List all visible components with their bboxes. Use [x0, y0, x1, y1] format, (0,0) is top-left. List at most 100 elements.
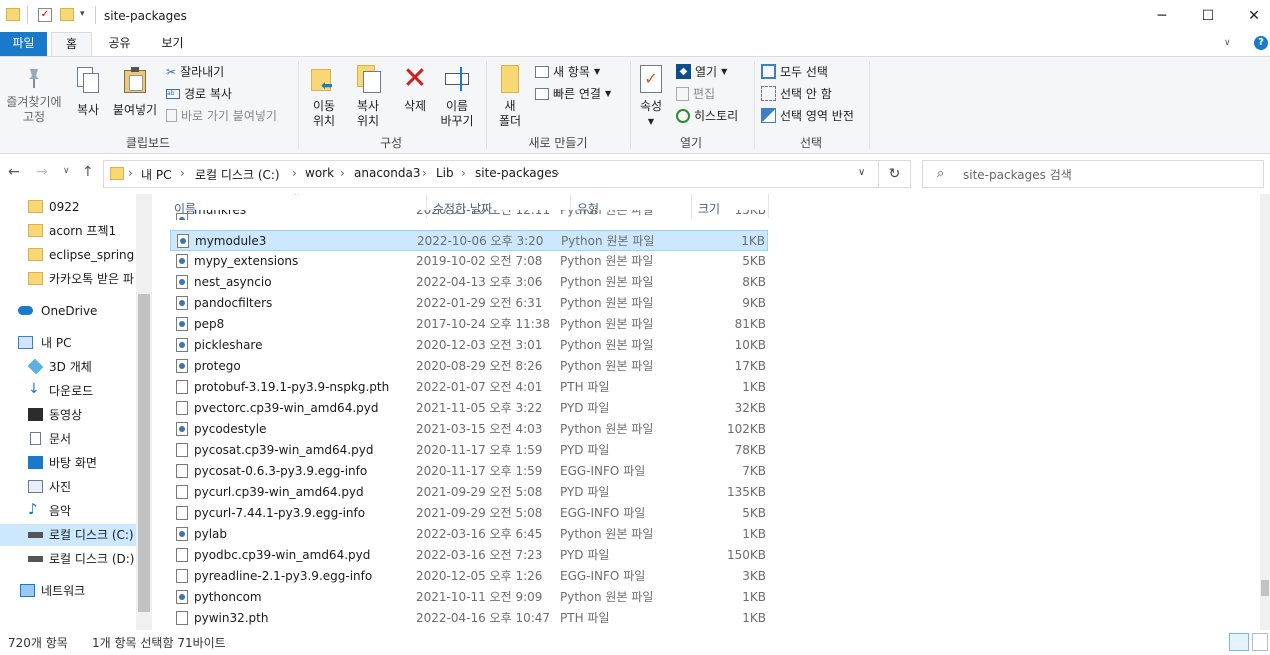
breadcrumb-item[interactable]: site-packages: [475, 166, 558, 180]
history-button[interactable]: 히스토리: [676, 107, 738, 124]
nav-item-desktop[interactable]: 바탕 화면: [28, 452, 136, 474]
tab-share[interactable]: 공유: [97, 32, 142, 56]
file-name: pycurl.cp39-win_amd64.pyd: [194, 485, 364, 499]
file-row[interactable]: pylab 2022-03-16 오후 6:45 Python 원본 파일 1KB: [170, 524, 768, 545]
breadcrumb-separator-icon[interactable]: ›: [292, 166, 297, 180]
delete-button[interactable]: ✕ 삭제: [396, 64, 434, 114]
nav-scrollbar-thumb[interactable]: [138, 294, 150, 612]
file-row[interactable]: pvectorc.cp39-win_amd64.pyd 2021-11-05 오후…: [170, 398, 768, 419]
select-all-button[interactable]: 모두 선택: [761, 63, 828, 80]
minimize-button[interactable]: ─: [1139, 0, 1185, 32]
invert-selection-button[interactable]: 선택 영역 반전: [761, 107, 854, 124]
breadcrumb-separator-icon[interactable]: ›: [555, 166, 560, 180]
file-row[interactable]: munkres 2020-03-10 오전 12:11 Python 원본 파일 15…: [170, 210, 768, 220]
breadcrumb-item[interactable]: 내 PC: [141, 166, 171, 183]
close-button[interactable]: ✕: [1231, 0, 1270, 32]
paste-shortcut-button[interactable]: 바로 가기 붙여넣기: [166, 107, 277, 124]
nav-item-downloads[interactable]: ↓ 다운로드: [28, 380, 136, 402]
file-row[interactable]: nest_asyncio 2022-04-13 오후 3:06 Python 원본 …: [170, 272, 768, 293]
copy-button[interactable]: 복사: [70, 67, 106, 118]
breadcrumb-item[interactable]: work: [305, 166, 334, 180]
file-row[interactable]: pycurl-7.44.1-py3.9.egg-info 2021-09-29 오…: [170, 503, 768, 524]
new-folder-quick-icon[interactable]: [60, 8, 74, 21]
nav-item-acorn[interactable]: acorn 프젝1: [28, 220, 136, 242]
nav-item-eclipse-spring[interactable]: eclipse_spring: [28, 244, 136, 266]
file-row[interactable]: pickleshare 2020-12-03 오전 3:01 Python 원본 파…: [170, 335, 768, 356]
nav-item-onedrive[interactable]: OneDrive: [18, 300, 136, 322]
file-row[interactable]: pycosat.cp39-win_amd64.pyd 2020-11-17 오후 …: [170, 440, 768, 461]
breadcrumb-item[interactable]: 로컬 디스크 (C:): [195, 166, 280, 183]
open-button[interactable]: ◆ 열기 ▼: [676, 63, 727, 80]
nav-item-3d-objects[interactable]: 3D 개체: [28, 356, 136, 378]
move-to-button[interactable]: ⬅ 이동 위치: [302, 65, 346, 129]
nav-item-this-pc[interactable]: 내 PC: [18, 332, 136, 354]
breadcrumb-separator-icon[interactable]: ›: [422, 166, 427, 180]
breadcrumb-separator-icon[interactable]: ›: [461, 166, 466, 180]
nav-item-local-disk-d[interactable]: 로컬 디스크 (D:): [28, 548, 136, 570]
address-history-chevron-icon[interactable]: ∨: [858, 167, 865, 178]
file-row[interactable]: protego 2020-08-29 오전 8:26 Python 원본 파일 17K…: [170, 356, 768, 377]
paste-button[interactable]: 붙여넣기: [108, 67, 162, 118]
properties-button[interactable]: ✓ 속성 ▼: [634, 65, 668, 129]
back-arrow-icon[interactable]: ←: [8, 164, 20, 180]
file-row[interactable]: mymodule3 2022-10-06 오후 3:20 Python 원본 파일 1…: [170, 230, 768, 251]
cut-button[interactable]: ✂ 잘라내기: [166, 63, 224, 80]
file-list-scrollbar-thumb[interactable]: [1261, 580, 1269, 596]
copy-path-button[interactable]: ab 경로 복사: [166, 85, 232, 102]
nav-item-pictures[interactable]: 사진: [28, 476, 136, 498]
properties-quick-icon[interactable]: ✓: [38, 8, 52, 22]
file-row[interactable]: pycosat-0.6.3-py3.9.egg-info 2020-11-17 오…: [170, 461, 768, 482]
refresh-button[interactable]: ↻: [879, 160, 911, 188]
customize-quick-access-icon[interactable]: ▾: [80, 9, 85, 19]
file-row[interactable]: pythoncom 2021-10-11 오전 9:09 Python 원본 파일 1…: [170, 587, 768, 608]
breadcrumb-item[interactable]: Lib: [436, 166, 454, 180]
nav-item-documents[interactable]: 문서: [28, 428, 136, 450]
rename-button[interactable]: 이름 바꾸기: [436, 65, 478, 129]
details-view-icon[interactable]: [1229, 633, 1249, 651]
collapse-ribbon-icon[interactable]: ∨: [1224, 38, 1231, 48]
file-row[interactable]: pyodbc.cp39-win_amd64.pyd 2022-03-16 오전 7…: [170, 545, 768, 566]
easy-access-label: 빠른 연결: [553, 87, 601, 101]
file-name: pycodestyle: [194, 422, 267, 436]
nav-item-music[interactable]: ♪ 음악: [28, 500, 136, 522]
file-row[interactable]: pycodestyle 2021-03-15 오전 4:03 Python 원본 파…: [170, 419, 768, 440]
tab-file[interactable]: 파일: [0, 32, 47, 56]
select-none-button[interactable]: 선택 안 함: [761, 85, 832, 102]
tab-view[interactable]: 보기: [150, 32, 195, 56]
search-input[interactable]: ⌕ site-packages 검색: [922, 160, 1264, 188]
file-row[interactable]: pywin32.pth 2022-04-16 오후 10:47 PTH 파일 1KB: [170, 608, 768, 629]
breadcrumb-item[interactable]: anaconda3: [354, 166, 420, 180]
python-file-icon: [177, 234, 189, 248]
nav-item-videos[interactable]: 동영상: [28, 404, 136, 426]
breadcrumb-separator-icon[interactable]: ›: [180, 166, 185, 180]
file-list-scrollbar[interactable]: [1260, 194, 1270, 630]
help-icon[interactable]: ?: [1254, 36, 1268, 50]
new-item-button[interactable]: 새 항목 ▼: [535, 63, 600, 80]
large-icons-view-icon[interactable]: [1252, 633, 1268, 651]
recent-locations-chevron-icon[interactable]: ∨: [63, 166, 70, 176]
copy-to-button[interactable]: 복사 위치: [346, 65, 390, 129]
edit-button[interactable]: 편집: [676, 85, 715, 102]
nav-item-0922[interactable]: 0922: [28, 196, 136, 218]
nav-item-network[interactable]: 네트워크: [18, 580, 136, 602]
file-row[interactable]: pycurl.cp39-win_amd64.pyd 2021-09-29 오전 5…: [170, 482, 768, 503]
file-row[interactable]: protobuf-3.19.1-py3.9-nspkg.pth 2022-01-0…: [170, 377, 768, 398]
easy-access-button[interactable]: 빠른 연결 ▼: [535, 85, 611, 102]
file-row[interactable]: mypy_extensions 2019-10-02 오전 7:08 Python …: [170, 251, 768, 272]
file-row[interactable]: pep8 2017-10-24 오후 11:38 Python 원본 파일 81KB: [170, 314, 768, 335]
address-bar[interactable]: › 내 PC › 로컬 디스크 (C:) › work › anaconda3 …: [103, 160, 879, 188]
file-row[interactable]: pandocfilters 2022-01-29 오전 6:31 Python 원본…: [170, 293, 768, 314]
forward-arrow-icon[interactable]: →: [36, 164, 48, 180]
up-arrow-icon[interactable]: ↑: [82, 164, 94, 180]
tab-home[interactable]: 홈: [51, 32, 92, 57]
maximize-button[interactable]: ☐: [1185, 0, 1231, 32]
breadcrumb-separator-icon[interactable]: ›: [128, 166, 133, 180]
file-row[interactable]: pyreadline-2.1-py3.9.egg-info 2020-12-05 …: [170, 566, 768, 587]
file-type: Python 원본 파일: [560, 317, 654, 331]
nav-item-kakaotalk[interactable]: 카카오톡 받은 파: [28, 268, 136, 290]
new-folder-button[interactable]: 새 폴더: [492, 65, 528, 129]
nav-item-local-disk-c[interactable]: 로컬 디스크 (C:): [0, 524, 136, 546]
breadcrumb-separator-icon[interactable]: ›: [340, 166, 345, 180]
column-divider[interactable]: [768, 194, 769, 218]
pin-to-quick-access-button[interactable]: 즐겨찾기에 고정: [2, 67, 66, 125]
